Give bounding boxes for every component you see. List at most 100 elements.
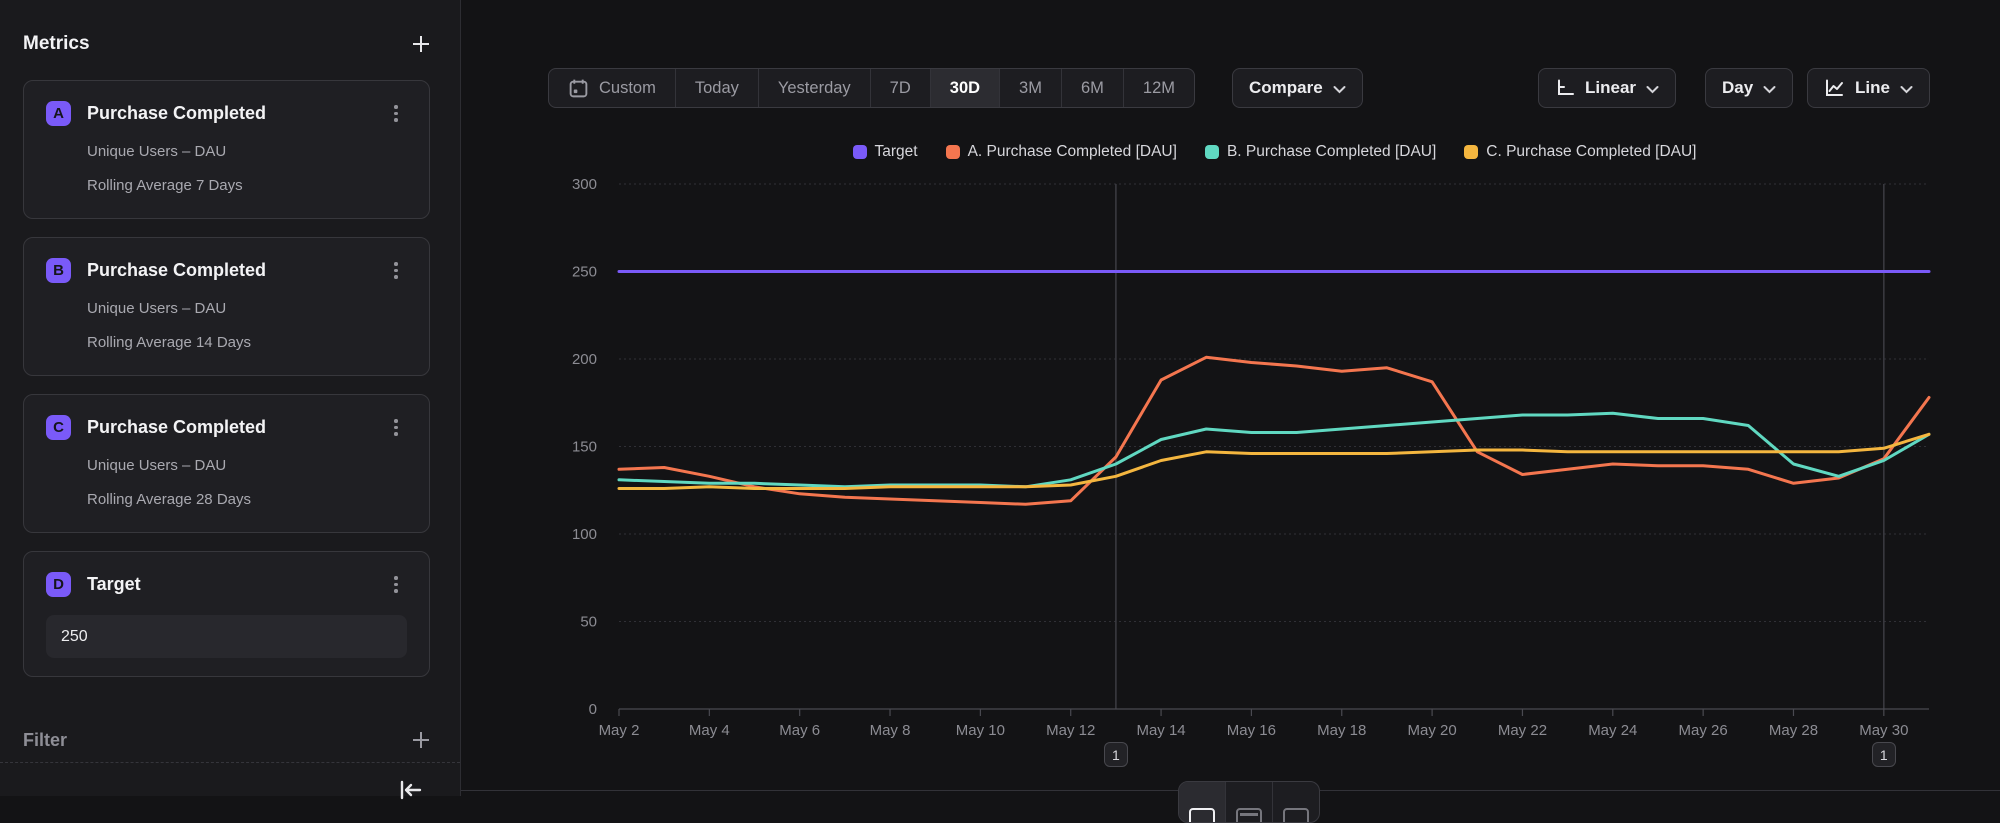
calendar-icon	[568, 78, 589, 99]
range-label: Today	[695, 79, 739, 98]
metric-badge-a: A	[46, 101, 71, 126]
legend-swatch	[1464, 145, 1478, 159]
metric-title: Purchase Completed	[87, 417, 385, 438]
view-toggle-breakdown[interactable]	[1273, 782, 1319, 822]
svg-text:May 18: May 18	[1317, 722, 1366, 739]
interval-select-button[interactable]: Day	[1705, 68, 1793, 108]
range-7d[interactable]: 7D	[871, 69, 931, 107]
range-custom[interactable]: Custom	[549, 69, 676, 107]
add-filter-button[interactable]	[408, 727, 434, 753]
range-12m[interactable]: 12M	[1124, 69, 1194, 107]
view-toggle-table[interactable]	[1226, 782, 1273, 822]
metric-measure: Unique Users – DAU	[87, 300, 407, 317]
chevron-down-icon	[1333, 85, 1346, 94]
svg-text:May 14: May 14	[1136, 722, 1185, 739]
collapse-left-icon	[396, 778, 424, 800]
range-yesterday[interactable]: Yesterday	[759, 69, 871, 107]
collapse-sidebar-button[interactable]	[396, 778, 424, 805]
compare-button[interactable]: Compare	[1232, 68, 1363, 108]
view-toggle-chart[interactable]	[1179, 782, 1226, 822]
metric-transform: Rolling Average 7 Days	[87, 177, 407, 194]
add-metric-button[interactable]	[408, 31, 434, 57]
chart-view-icon	[1189, 808, 1215, 823]
svg-text:May 8: May 8	[870, 722, 911, 739]
breakdown-view-icon	[1283, 808, 1309, 823]
svg-text:50: 50	[580, 614, 597, 631]
svg-text:May 16: May 16	[1227, 722, 1276, 739]
metric-transform: Rolling Average 14 Days	[87, 334, 407, 351]
interval-label: Day	[1722, 78, 1753, 98]
table-view-icon	[1236, 808, 1262, 823]
legend-item-b[interactable]: B. Purchase Completed [DAU]	[1205, 143, 1436, 161]
target-value-input[interactable]: 250	[46, 615, 407, 658]
legend-label: C. Purchase Completed [DAU]	[1486, 143, 1696, 161]
line-chart-icon	[1824, 78, 1845, 98]
metrics-sidebar: Metrics A Purchase Completed Unique User…	[0, 0, 461, 796]
metric-badge-b: B	[46, 258, 71, 283]
metric-title: Target	[87, 574, 385, 595]
legend-item-target[interactable]: Target	[853, 143, 918, 161]
metric-measure: Unique Users – DAU	[87, 457, 407, 474]
chevron-down-icon	[1900, 85, 1913, 94]
range-6m[interactable]: 6M	[1062, 69, 1124, 107]
svg-text:May 20: May 20	[1408, 722, 1457, 739]
kebab-menu-icon[interactable]	[385, 574, 407, 595]
legend-label: Target	[875, 143, 918, 161]
range-label: Yesterday	[778, 79, 851, 98]
filter-title: Filter	[23, 730, 67, 751]
range-30d[interactable]: 30D	[931, 69, 1000, 107]
svg-text:0: 0	[589, 701, 597, 718]
view-toggle-control	[1178, 781, 1320, 823]
legend-swatch	[853, 145, 867, 159]
metrics-title: Metrics	[23, 33, 90, 55]
svg-text:100: 100	[572, 526, 597, 543]
plus-icon	[410, 729, 432, 751]
legend-label: B. Purchase Completed [DAU]	[1227, 143, 1436, 161]
range-label: 3M	[1019, 79, 1042, 98]
legend-swatch	[946, 145, 960, 159]
annotation-badge-2[interactable]: 1	[1872, 742, 1896, 767]
range-3m[interactable]: 3M	[1000, 69, 1062, 107]
metric-card-a[interactable]: A Purchase Completed Unique Users – DAU …	[23, 80, 430, 219]
svg-text:May 22: May 22	[1498, 722, 1547, 739]
svg-text:May 12: May 12	[1046, 722, 1095, 739]
range-label: 30D	[950, 79, 980, 98]
metric-measure: Unique Users – DAU	[87, 143, 407, 160]
range-today[interactable]: Today	[676, 69, 759, 107]
metric-title: Purchase Completed	[87, 103, 385, 124]
kebab-menu-icon[interactable]	[385, 260, 407, 281]
svg-text:May 10: May 10	[956, 722, 1005, 739]
metric-card-c[interactable]: C Purchase Completed Unique Users – DAU …	[23, 394, 430, 533]
range-label: 6M	[1081, 79, 1104, 98]
range-label: 7D	[890, 79, 911, 98]
annotation-badge-1[interactable]: 1	[1104, 742, 1128, 767]
chart-legend: Target A. Purchase Completed [DAU] B. Pu…	[619, 143, 1930, 161]
legend-swatch	[1205, 145, 1219, 159]
svg-text:May 2: May 2	[599, 722, 640, 739]
kebab-menu-icon[interactable]	[385, 103, 407, 124]
compare-label: Compare	[1249, 78, 1323, 98]
svg-text:150: 150	[572, 439, 597, 456]
kebab-menu-icon[interactable]	[385, 417, 407, 438]
metric-badge-c: C	[46, 415, 71, 440]
chart-type-select-button[interactable]: Line	[1807, 68, 1930, 108]
legend-label: A. Purchase Completed [DAU]	[968, 143, 1177, 161]
svg-text:May 30: May 30	[1859, 722, 1908, 739]
range-label: 12M	[1143, 79, 1175, 98]
svg-text:May 6: May 6	[779, 722, 820, 739]
svg-text:May 28: May 28	[1769, 722, 1818, 739]
scale-label: Linear	[1585, 78, 1636, 98]
metric-card-target[interactable]: D Target 250	[23, 551, 430, 677]
scale-select-button[interactable]: Linear	[1538, 68, 1676, 108]
chart-type-label: Line	[1855, 78, 1890, 98]
legend-item-a[interactable]: A. Purchase Completed [DAU]	[946, 143, 1177, 161]
linear-axis-icon	[1555, 78, 1575, 98]
metric-transform: Rolling Average 28 Days	[87, 491, 407, 508]
svg-text:May 4: May 4	[689, 722, 730, 739]
metric-title: Purchase Completed	[87, 260, 385, 281]
date-range-control: Custom Today Yesterday 7D 30D 3M 6M 12M	[548, 68, 1195, 108]
metric-card-b[interactable]: B Purchase Completed Unique Users – DAU …	[23, 237, 430, 376]
plus-icon	[410, 33, 432, 55]
range-label: Custom	[599, 79, 656, 98]
legend-item-c[interactable]: C. Purchase Completed [DAU]	[1464, 143, 1696, 161]
